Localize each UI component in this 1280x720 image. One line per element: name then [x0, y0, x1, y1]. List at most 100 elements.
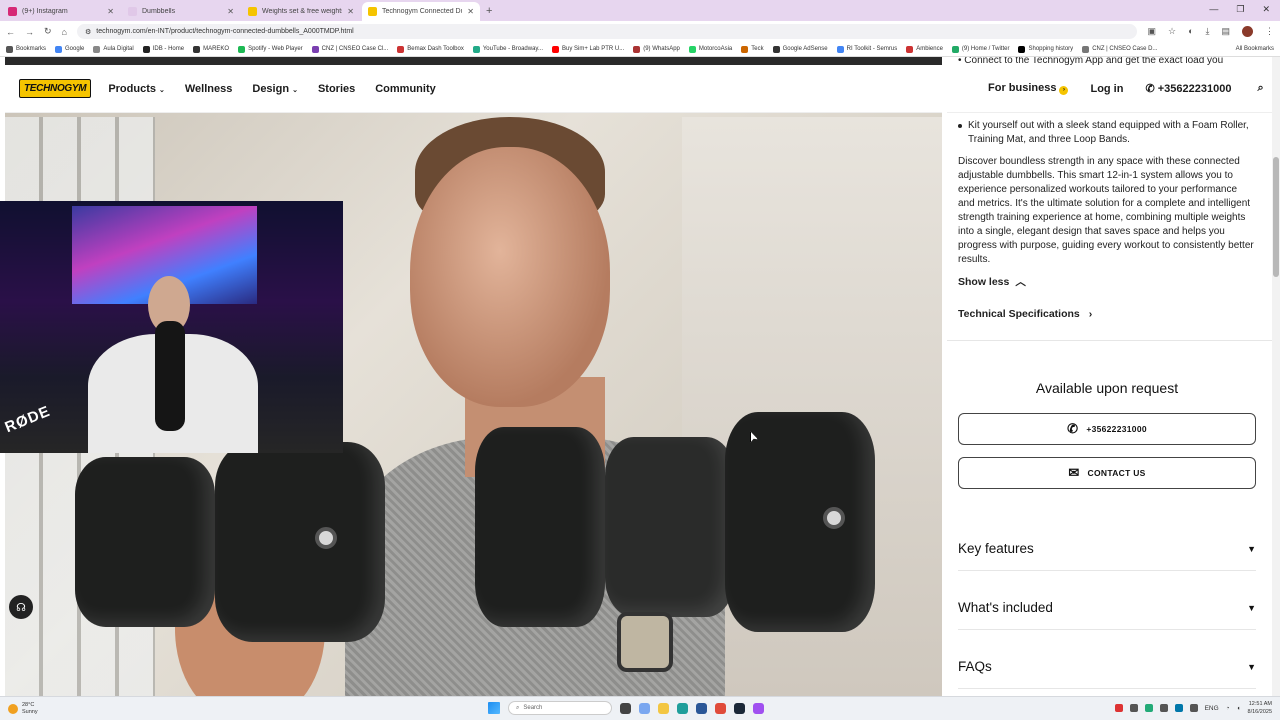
bookmark-item[interactable]: CNZ | CNSEO Case Cl...	[311, 45, 388, 53]
browser-tab-dumbbells[interactable]: Dumbbells ✕	[122, 2, 240, 21]
tray-app-icon[interactable]	[1159, 704, 1168, 712]
bookmark-item[interactable]: MAREKO	[193, 45, 229, 53]
steam-icon[interactable]	[734, 702, 745, 714]
bookmark-item[interactable]: Bemax Dash Toolbox	[397, 45, 464, 53]
bookmark-item[interactable]: (9) Home / Twitter	[951, 45, 1009, 53]
minimize-icon[interactable]: —	[1209, 4, 1218, 15]
close-tab-icon[interactable]: ✕	[227, 7, 234, 16]
nav-design[interactable]: Design ⌄	[252, 83, 298, 95]
browser-tab-instagram[interactable]: (9+) Instagram ✕	[2, 2, 120, 21]
bookmark-favicon-icon	[1082, 45, 1090, 53]
tray-app-icon[interactable]	[1189, 704, 1198, 712]
bookmark-item[interactable]: Shopping history	[1018, 45, 1073, 53]
dumbbell-right-plate	[605, 437, 735, 617]
close-tab-icon[interactable]: ✕	[107, 7, 114, 16]
tray-app-icon[interactable]	[1114, 704, 1123, 712]
bookmark-item[interactable]: Buy Sim+ Lab PTR U...	[552, 45, 624, 53]
tray-app-icon[interactable]	[1174, 704, 1183, 712]
profile-avatar[interactable]	[1242, 26, 1253, 37]
bookmark-item[interactable]: MotorcoAsia	[688, 45, 732, 53]
copilot-icon[interactable]	[639, 702, 650, 714]
login-link[interactable]: Log in	[1090, 83, 1123, 95]
nav-products[interactable]: Products ⌄	[108, 83, 165, 95]
chrome-icon[interactable]	[715, 702, 726, 714]
bookmark-star-icon[interactable]: ☆	[1168, 26, 1176, 37]
bookmark-item[interactable]: RI Toolkit - Semrus	[836, 45, 897, 53]
technical-specifications-link[interactable]: Technical Specifications ›	[958, 307, 1256, 321]
accordion-whats-included[interactable]: What's included ▼	[958, 586, 1256, 630]
all-bookmarks-folder[interactable]: All Bookmarks	[1236, 46, 1274, 52]
feature-bullet: Kit yourself out with a sleek stand equi…	[958, 119, 1256, 147]
close-tab-icon[interactable]: ✕	[467, 7, 474, 16]
sidebar-icon[interactable]: ▤	[1221, 26, 1230, 37]
tray-app-icon[interactable]	[1144, 704, 1153, 712]
call-button[interactable]: ✆ +35622231000	[958, 413, 1256, 445]
site-info-icon[interactable]: ⚙	[85, 28, 91, 36]
weather-widget[interactable]: 28°C Sunny	[8, 702, 38, 716]
clock[interactable]: 12:51 AM 8/16/2025	[1248, 700, 1272, 716]
model-head	[410, 147, 610, 407]
show-less-toggle[interactable]: Show less ︿	[958, 275, 1256, 289]
bookmark-item[interactable]: Teck	[741, 45, 764, 53]
nav-wellness[interactable]: Wellness	[185, 83, 233, 95]
accordion-key-features[interactable]: Key features ▼	[958, 527, 1256, 571]
bookmark-item[interactable]: CNZ | CNSEO Case D...	[1082, 45, 1157, 53]
menu-icon[interactable]: ⋮	[1265, 26, 1274, 37]
install-app-icon[interactable]: ▣	[1147, 26, 1156, 37]
taskbar-apps: ⌕ Search	[488, 701, 764, 715]
volume-icon[interactable]: ◖	[1237, 705, 1241, 712]
bookmark-item[interactable]: YouTube - Broadway...	[472, 45, 543, 53]
download-icon[interactable]: ⤓	[1206, 26, 1210, 37]
technogym-logo[interactable]: TECHNOGYM	[19, 79, 92, 98]
bookmark-item[interactable]: Ambience	[906, 45, 943, 53]
bookmark-item[interactable]: (9) WhatsApp	[633, 45, 680, 53]
close-window-icon[interactable]: ✕	[1262, 4, 1270, 15]
windows-start-icon[interactable]	[488, 702, 500, 714]
file-explorer-icon[interactable]	[658, 702, 669, 714]
bookmark-item[interactable]: Spotify - Web Player	[238, 45, 303, 53]
bookmark-label: Google AdSense	[782, 46, 828, 52]
tray-app-icon[interactable]	[1129, 704, 1138, 712]
product-detail-panel: • Connect to the Technogym App and get t…	[947, 57, 1272, 696]
availability-title: Available upon request	[1035, 380, 1179, 396]
extension-icon[interactable]: ◐	[1188, 26, 1193, 37]
section-divider	[947, 340, 1272, 341]
taskbar-search[interactable]: ⌕ Search	[508, 701, 612, 715]
page-scrollbar[interactable]	[1272, 57, 1280, 696]
scrollbar-thumb[interactable]	[1273, 157, 1279, 277]
support-chat-button[interactable]: ☊	[9, 595, 33, 619]
url-bar[interactable]: ⚙ technogym.com/en-INT/product/technogym…	[76, 24, 1138, 39]
edge-icon[interactable]	[677, 702, 688, 714]
browser-tab-connected-dumbbells[interactable]: Technogym Connected Dumbb ✕	[362, 2, 480, 21]
store-icon[interactable]	[696, 702, 707, 714]
home-icon[interactable]: ⌂	[62, 27, 67, 37]
messenger-icon[interactable]	[753, 702, 764, 714]
accordion-faqs[interactable]: FAQs ▼	[958, 645, 1256, 689]
bookmark-item[interactable]: Bookmarks	[6, 45, 46, 53]
new-tab-icon[interactable]: +	[486, 2, 492, 21]
bookmark-favicon-icon	[951, 45, 959, 53]
bookmark-favicon-icon	[6, 45, 13, 53]
reload-icon[interactable]: ↻	[44, 26, 52, 37]
close-tab-icon[interactable]: ✕	[347, 7, 354, 16]
bookmark-item[interactable]: IDB - Home	[142, 45, 184, 53]
task-view-icon[interactable]	[620, 702, 631, 714]
search-icon[interactable]: ⌕	[1257, 82, 1263, 95]
nav-label: Stories	[317, 82, 356, 95]
wifi-icon[interactable]: ◔	[1226, 705, 1230, 712]
bookmark-item[interactable]: Google AdSense	[772, 45, 828, 53]
back-icon[interactable]: ←	[6, 27, 15, 37]
maximize-icon[interactable]: ❐	[1236, 4, 1244, 15]
phone-link[interactable]: ✆ +35622231000	[1145, 82, 1231, 95]
forward-icon[interactable]: →	[25, 27, 34, 37]
bookmark-item[interactable]: Aula Digital	[93, 45, 134, 53]
language-indicator[interactable]: ENG	[1205, 705, 1219, 712]
nav-label: Products	[108, 82, 156, 95]
nav-community[interactable]: Community	[375, 83, 436, 95]
contact-us-button[interactable]: ✉ CONTACT US	[958, 457, 1256, 489]
for-business-link[interactable]: For business ›	[988, 82, 1069, 95]
nav-stories[interactable]: Stories	[318, 83, 355, 95]
bookmark-item[interactable]: Google	[55, 45, 84, 53]
bookmark-favicon-icon	[397, 45, 405, 53]
browser-tab-weights[interactable]: Weights set & free weights ste ✕	[242, 2, 360, 21]
